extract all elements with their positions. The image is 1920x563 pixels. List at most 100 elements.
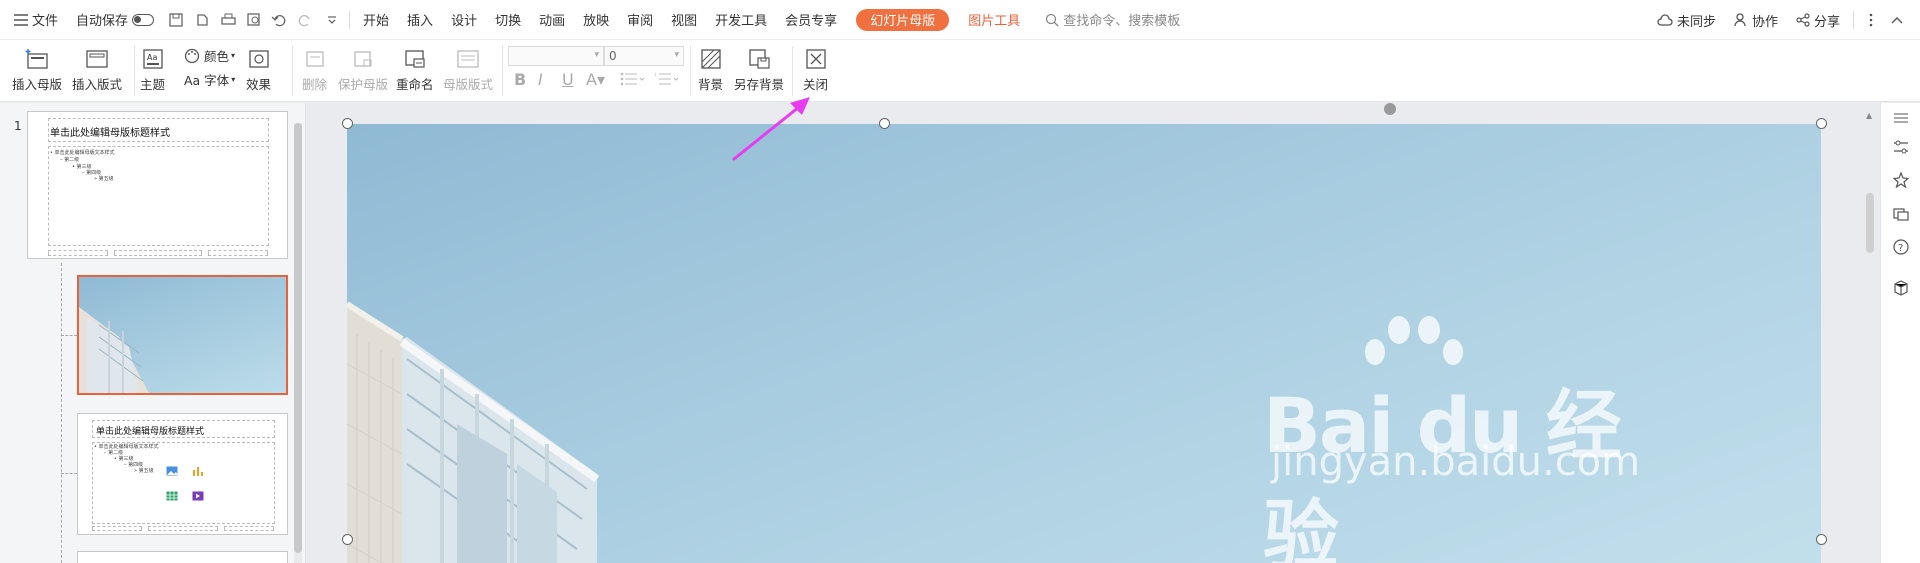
tab-insert[interactable]: 插入 [398, 0, 442, 40]
master-title-text: 单击此处编辑母版标题样式 [50, 128, 170, 139]
insert-layout-button[interactable]: 插入版式 [72, 44, 122, 93]
resize-handle-top-right[interactable] [1816, 118, 1827, 129]
collaborate-button[interactable]: 协作 [1725, 0, 1787, 40]
colors-button[interactable]: 颜色 ▾ [184, 46, 235, 65]
tab-membership[interactable]: 会员专享 [776, 0, 846, 40]
save-background-button[interactable]: 另存背景 [734, 44, 784, 93]
share-button[interactable]: 分享 [1787, 0, 1849, 40]
tab-transitions[interactable]: 切换 [486, 0, 530, 40]
layout-thumbnail[interactable] [77, 551, 288, 563]
protect-master-button[interactable]: 保护母版 [338, 44, 388, 93]
close-icon [805, 49, 826, 69]
share-icon [1796, 13, 1810, 27]
rotate-handle-icon[interactable] [1384, 103, 1396, 115]
bullet-list-icon [620, 72, 645, 86]
lock-icon [354, 51, 372, 67]
close-master-view-button[interactable]: 关闭 [803, 44, 828, 93]
menu-icon[interactable] [1890, 107, 1912, 129]
building-image [79, 307, 149, 393]
underline-button[interactable]: U [562, 70, 574, 89]
toggle-switch-icon [132, 13, 155, 26]
master-layout-icon [457, 50, 479, 68]
tab-developer[interactable]: 开发工具 [706, 0, 776, 40]
scrollbar-thumb[interactable] [294, 123, 302, 553]
file-menu[interactable]: 文件 [0, 0, 67, 40]
undo-icon[interactable] [267, 0, 293, 40]
tab-review[interactable]: 审阅 [618, 0, 662, 40]
numbering-button[interactable]: 1 [654, 72, 680, 86]
tab-design[interactable]: 设计 [442, 0, 486, 40]
watermark-url-text: jingyan.baidu.com [1271, 439, 1641, 485]
font-name-select[interactable]: ▾ [508, 46, 604, 66]
package-icon[interactable] [1890, 277, 1912, 299]
quick-access-dropdown-icon[interactable] [319, 0, 345, 40]
print-icon[interactable] [215, 0, 241, 40]
effects-icon [248, 50, 269, 68]
print-preview-icon[interactable] [241, 0, 267, 40]
tab-slide-master[interactable]: 幻灯片母版 [856, 8, 950, 31]
scrollbar-thumb[interactable] [1866, 193, 1874, 253]
user-add-icon [1734, 13, 1746, 27]
layout-thumbnail-selected[interactable] [77, 275, 288, 395]
body-placeholder [48, 146, 269, 246]
bullets-button[interactable] [620, 72, 646, 86]
insert-picture-icon [166, 466, 178, 476]
italic-button[interactable]: I [538, 70, 543, 89]
divider [349, 10, 351, 29]
resize-handle-middle-right[interactable] [1816, 534, 1827, 545]
chevron-down-icon: ▾ [674, 50, 679, 60]
chevron-down-icon: ▾ [594, 50, 599, 60]
more-options-icon[interactable] [1858, 0, 1884, 40]
slide-transition-icon[interactable] [1890, 203, 1912, 225]
baidu-watermark: Bai du 经验 jingyan.baidu.com [1263, 314, 1640, 563]
tab-view[interactable]: 视图 [662, 0, 706, 40]
tab-home[interactable]: 开始 [354, 0, 398, 40]
canvas-scrollbar[interactable]: ▲ [1862, 103, 1878, 563]
fonts-button[interactable]: Aa 字体 ▾ [184, 70, 235, 89]
save-icon[interactable] [163, 0, 189, 40]
command-search[interactable]: 查找命令、搜索模板 [1045, 10, 1180, 29]
font-size-select[interactable]: 0 ▾ [604, 46, 684, 66]
tab-picture-tools[interactable]: 图片工具 [959, 0, 1029, 40]
theme-button[interactable]: Aa 主题 [140, 44, 165, 93]
divider [502, 46, 503, 96]
resize-handle-middle-left[interactable] [342, 534, 353, 545]
layout-title-text: 单击此处编辑母版标题样式 [96, 427, 205, 437]
scroll-up-icon[interactable]: ▲ [1866, 111, 1872, 120]
delete-button[interactable]: 删除 [302, 44, 327, 93]
footer-placeholder [148, 526, 218, 531]
help-icon[interactable]: ? [1890, 236, 1912, 258]
divider [134, 46, 135, 96]
search-icon [1046, 13, 1059, 26]
effects-button[interactable]: 效果 [246, 44, 271, 93]
slide-background-image[interactable]: Bai du 经验 jingyan.baidu.com [347, 124, 1821, 563]
animation-star-icon[interactable] [1890, 169, 1912, 191]
divider [1853, 11, 1854, 29]
autosave-toggle[interactable]: 自动保存 [67, 0, 163, 40]
account-actions: 未同步 协作 分享 [1648, 0, 1920, 40]
font-color-button[interactable]: A▾ [586, 70, 605, 89]
background-button[interactable]: 背景 [698, 44, 723, 93]
right-side-toolbar: ? [1880, 103, 1920, 563]
numbered-list-icon: 1 [654, 72, 679, 85]
thumbnail-scrollbar[interactable] [294, 123, 302, 563]
output-pdf-icon[interactable] [189, 0, 215, 40]
sync-status-button[interactable]: 未同步 [1648, 0, 1725, 40]
resize-handle-top-left[interactable] [342, 118, 353, 129]
tab-animation[interactable]: 动画 [530, 0, 574, 40]
redo-icon[interactable] [293, 0, 319, 40]
footer-placeholder [92, 526, 142, 531]
menu-bar: 文件 自动保存 开始 插入 设计 切换 动画 放映 审阅 视图 开发工具 会员专… [0, 0, 1920, 40]
rename-button[interactable]: 重命名 [396, 44, 434, 93]
resize-handle-top-center[interactable] [879, 118, 890, 129]
theme-icon: Aa [142, 49, 163, 69]
tab-slideshow[interactable]: 放映 [574, 0, 618, 40]
insert-master-button[interactable]: 插入母版 [12, 44, 62, 93]
layout-thumbnail-content[interactable]: 单击此处编辑母版标题样式 • 单击此处编辑母版文本样式 – 第二级 • 第三级 … [77, 413, 288, 535]
underline-icon: U [562, 70, 574, 89]
collapse-ribbon-icon[interactable] [1884, 0, 1910, 40]
master-layout-button[interactable]: 母版版式 [443, 44, 493, 93]
master-slide-thumbnail[interactable]: 单击此处编辑母版标题样式 • 单击此处编辑母版文本样式 – 第二级 • 第三级 … [27, 111, 288, 259]
bold-button[interactable]: B [514, 70, 526, 89]
properties-sliders-icon[interactable] [1890, 136, 1912, 158]
